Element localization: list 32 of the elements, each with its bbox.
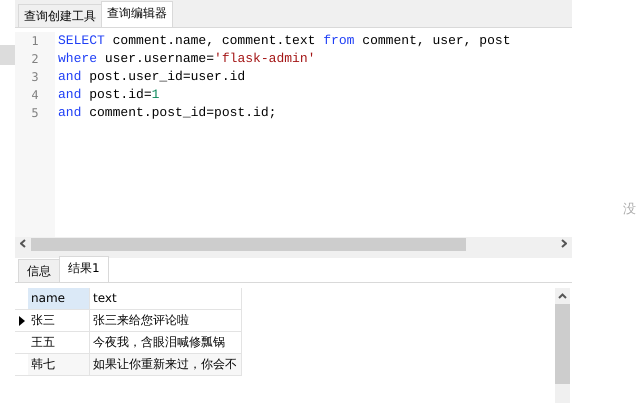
scroll-right-icon[interactable]: [561, 239, 567, 248]
scrollbar-thumb[interactable]: [555, 304, 570, 384]
scroll-left-icon[interactable]: [20, 239, 26, 248]
column-header[interactable]: text: [90, 288, 242, 310]
scrollbar-thumb[interactable]: [31, 238, 466, 251]
line-number: 4: [31, 87, 39, 104]
table-cell: 如果让你重新来过，你会不: [90, 354, 242, 376]
table-cell: 张三来给您评论啦: [90, 310, 242, 332]
line-number: 1: [31, 33, 39, 50]
vertical-scrollbar[interactable]: [555, 288, 570, 403]
line-number: 3: [31, 69, 39, 86]
code-line: SELECT comment.name, comment.text from comment, user, post: [58, 32, 510, 50]
row-pointer-icon: [18, 316, 24, 326]
result-tab[interactable]: 信息: [18, 259, 60, 282]
table-cell: 王五: [28, 332, 90, 354]
table-cell: 今夜我，含眼泪喊修瓢锅: [90, 332, 242, 354]
table-cell: 张三: [28, 310, 90, 332]
result-tab[interactable]: 结果1: [59, 256, 109, 282]
editor-tab[interactable]: 查询创建工具: [18, 4, 102, 27]
sql-editor[interactable]: 1 2 3 4 5 SELECT comment.name, comment.text from comment, user, post where user.username='flask-admin' and post.user_id=user.id and post.id=1 and comment.post_id=post.id;: [15, 28, 572, 237]
line-number: 5: [31, 105, 39, 122]
editor-tab[interactable]: 查询编辑器: [101, 1, 173, 27]
side-text: 没: [623, 201, 637, 218]
code-line: and post.user_id=user.id: [58, 68, 246, 86]
scroll-up-icon[interactable]: [558, 293, 567, 299]
code-line: where user.username='flask-admin': [58, 50, 316, 68]
code-line: and post.id=1: [58, 86, 160, 104]
column-header[interactable]: name: [28, 288, 90, 310]
panel-edge: [0, 45, 15, 65]
code-line: and comment.post_id=post.id;: [58, 104, 278, 122]
table-cell: 韩七: [28, 354, 90, 376]
line-number: 2: [31, 51, 39, 68]
